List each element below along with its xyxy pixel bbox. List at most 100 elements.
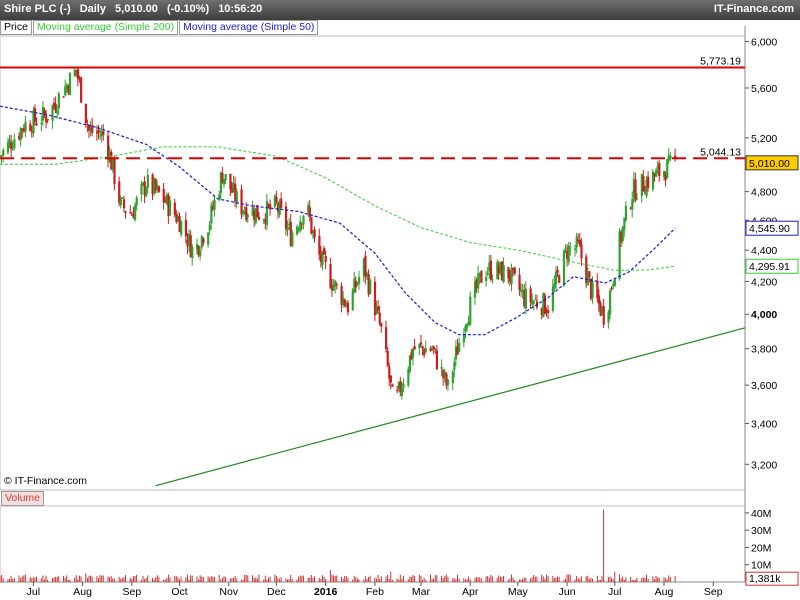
candle-body xyxy=(129,212,132,214)
candle-body xyxy=(480,270,483,283)
candle-body xyxy=(335,284,338,286)
volume-plot-area xyxy=(0,505,746,583)
candle-body xyxy=(510,267,513,284)
candle-body xyxy=(246,215,250,218)
y-tick-label: 5,200 xyxy=(751,133,777,145)
candle-body xyxy=(357,277,361,284)
candle-body xyxy=(624,205,628,221)
candle-body xyxy=(208,224,211,231)
candle-body xyxy=(135,197,138,206)
volume-tick-label: 40M xyxy=(751,508,771,520)
candle-body xyxy=(54,103,57,112)
candle-body xyxy=(396,389,399,391)
candle-body xyxy=(351,289,354,310)
candle-body xyxy=(146,174,149,188)
candle-body xyxy=(202,238,205,244)
y-tick-label: 4,200 xyxy=(751,276,777,288)
candle-body xyxy=(62,96,65,98)
candle-body xyxy=(562,250,566,286)
y-tick-label: 3,600 xyxy=(751,380,777,392)
horizontal-line-label: 5,044.13 xyxy=(700,146,741,158)
candle-body xyxy=(453,362,456,370)
volume-tick-label: 20M xyxy=(751,542,771,554)
candle-body xyxy=(534,299,537,301)
price-plot-area xyxy=(0,35,746,491)
candle-body xyxy=(29,123,32,131)
volume-marker-label: 1,381k xyxy=(749,573,781,585)
candle-body xyxy=(419,342,423,345)
y-tick-label: 3,800 xyxy=(751,344,777,356)
candle-body xyxy=(145,188,148,197)
candle-body xyxy=(184,219,188,237)
candle-body xyxy=(299,221,302,232)
candle-body xyxy=(391,384,394,387)
candle-body xyxy=(323,248,326,255)
candle-body xyxy=(207,232,210,245)
candle-body xyxy=(291,232,294,247)
candle-body xyxy=(421,346,424,349)
x-tick-label: Sep xyxy=(123,586,142,598)
candle-body xyxy=(574,248,577,251)
candle-body xyxy=(33,108,37,122)
candle-body xyxy=(57,93,60,109)
candle-body xyxy=(518,275,521,291)
y-tick-label: 3,200 xyxy=(751,459,777,471)
candle-body xyxy=(556,269,559,273)
candle-body xyxy=(369,280,372,294)
x-tick-label: Jul xyxy=(27,586,40,598)
candle-body xyxy=(486,272,489,275)
candle-body xyxy=(435,350,439,370)
candle-body xyxy=(564,248,567,250)
candle-body xyxy=(575,236,578,248)
candle-body xyxy=(440,366,443,370)
candle-body xyxy=(343,299,346,306)
candle-body xyxy=(591,281,594,298)
candle-body xyxy=(400,387,404,396)
candle-body xyxy=(134,205,137,220)
candle-body xyxy=(588,271,591,278)
candle-body xyxy=(308,207,311,218)
candle-body xyxy=(56,110,59,114)
horizontal-line-label: 5,773.19 xyxy=(700,55,741,67)
candle-body xyxy=(286,226,289,231)
candle-body xyxy=(413,346,416,350)
candle-body xyxy=(324,255,327,263)
candle-body xyxy=(51,105,54,121)
candle-body xyxy=(431,349,434,351)
candle-body xyxy=(569,247,572,249)
candle-body xyxy=(46,119,49,121)
candle-body xyxy=(122,199,126,209)
candle-body xyxy=(631,198,634,210)
candle-body xyxy=(407,369,410,386)
candle-body xyxy=(334,280,337,287)
candle-body xyxy=(532,301,535,304)
candle-body xyxy=(191,246,194,259)
candle-body xyxy=(451,371,454,384)
candle-body xyxy=(377,306,380,311)
candle-body xyxy=(380,323,383,327)
candle-body xyxy=(602,305,605,325)
candle-body xyxy=(613,279,616,287)
volume-tick-label: 30M xyxy=(751,525,771,537)
candle-body xyxy=(513,267,516,274)
x-tick-label: Mar xyxy=(412,586,431,598)
candle-body xyxy=(235,191,238,203)
candle-body xyxy=(102,131,105,135)
candle-body xyxy=(35,123,38,126)
candle-body xyxy=(610,287,613,289)
candle-body xyxy=(11,148,14,150)
candle-body xyxy=(669,155,672,159)
candle-body xyxy=(446,379,450,385)
candle-body xyxy=(68,73,72,96)
volume-tick-label: 10M xyxy=(751,560,771,572)
candle-body xyxy=(580,244,583,259)
candle-body xyxy=(458,342,461,352)
candle-body xyxy=(378,312,381,324)
candle-body xyxy=(329,263,332,288)
candle-body xyxy=(80,77,83,103)
candle-body xyxy=(296,226,299,235)
candle-body xyxy=(157,186,161,192)
candle-body xyxy=(469,296,472,325)
x-tick-label: Aug xyxy=(73,586,92,598)
candle-body xyxy=(180,221,183,235)
